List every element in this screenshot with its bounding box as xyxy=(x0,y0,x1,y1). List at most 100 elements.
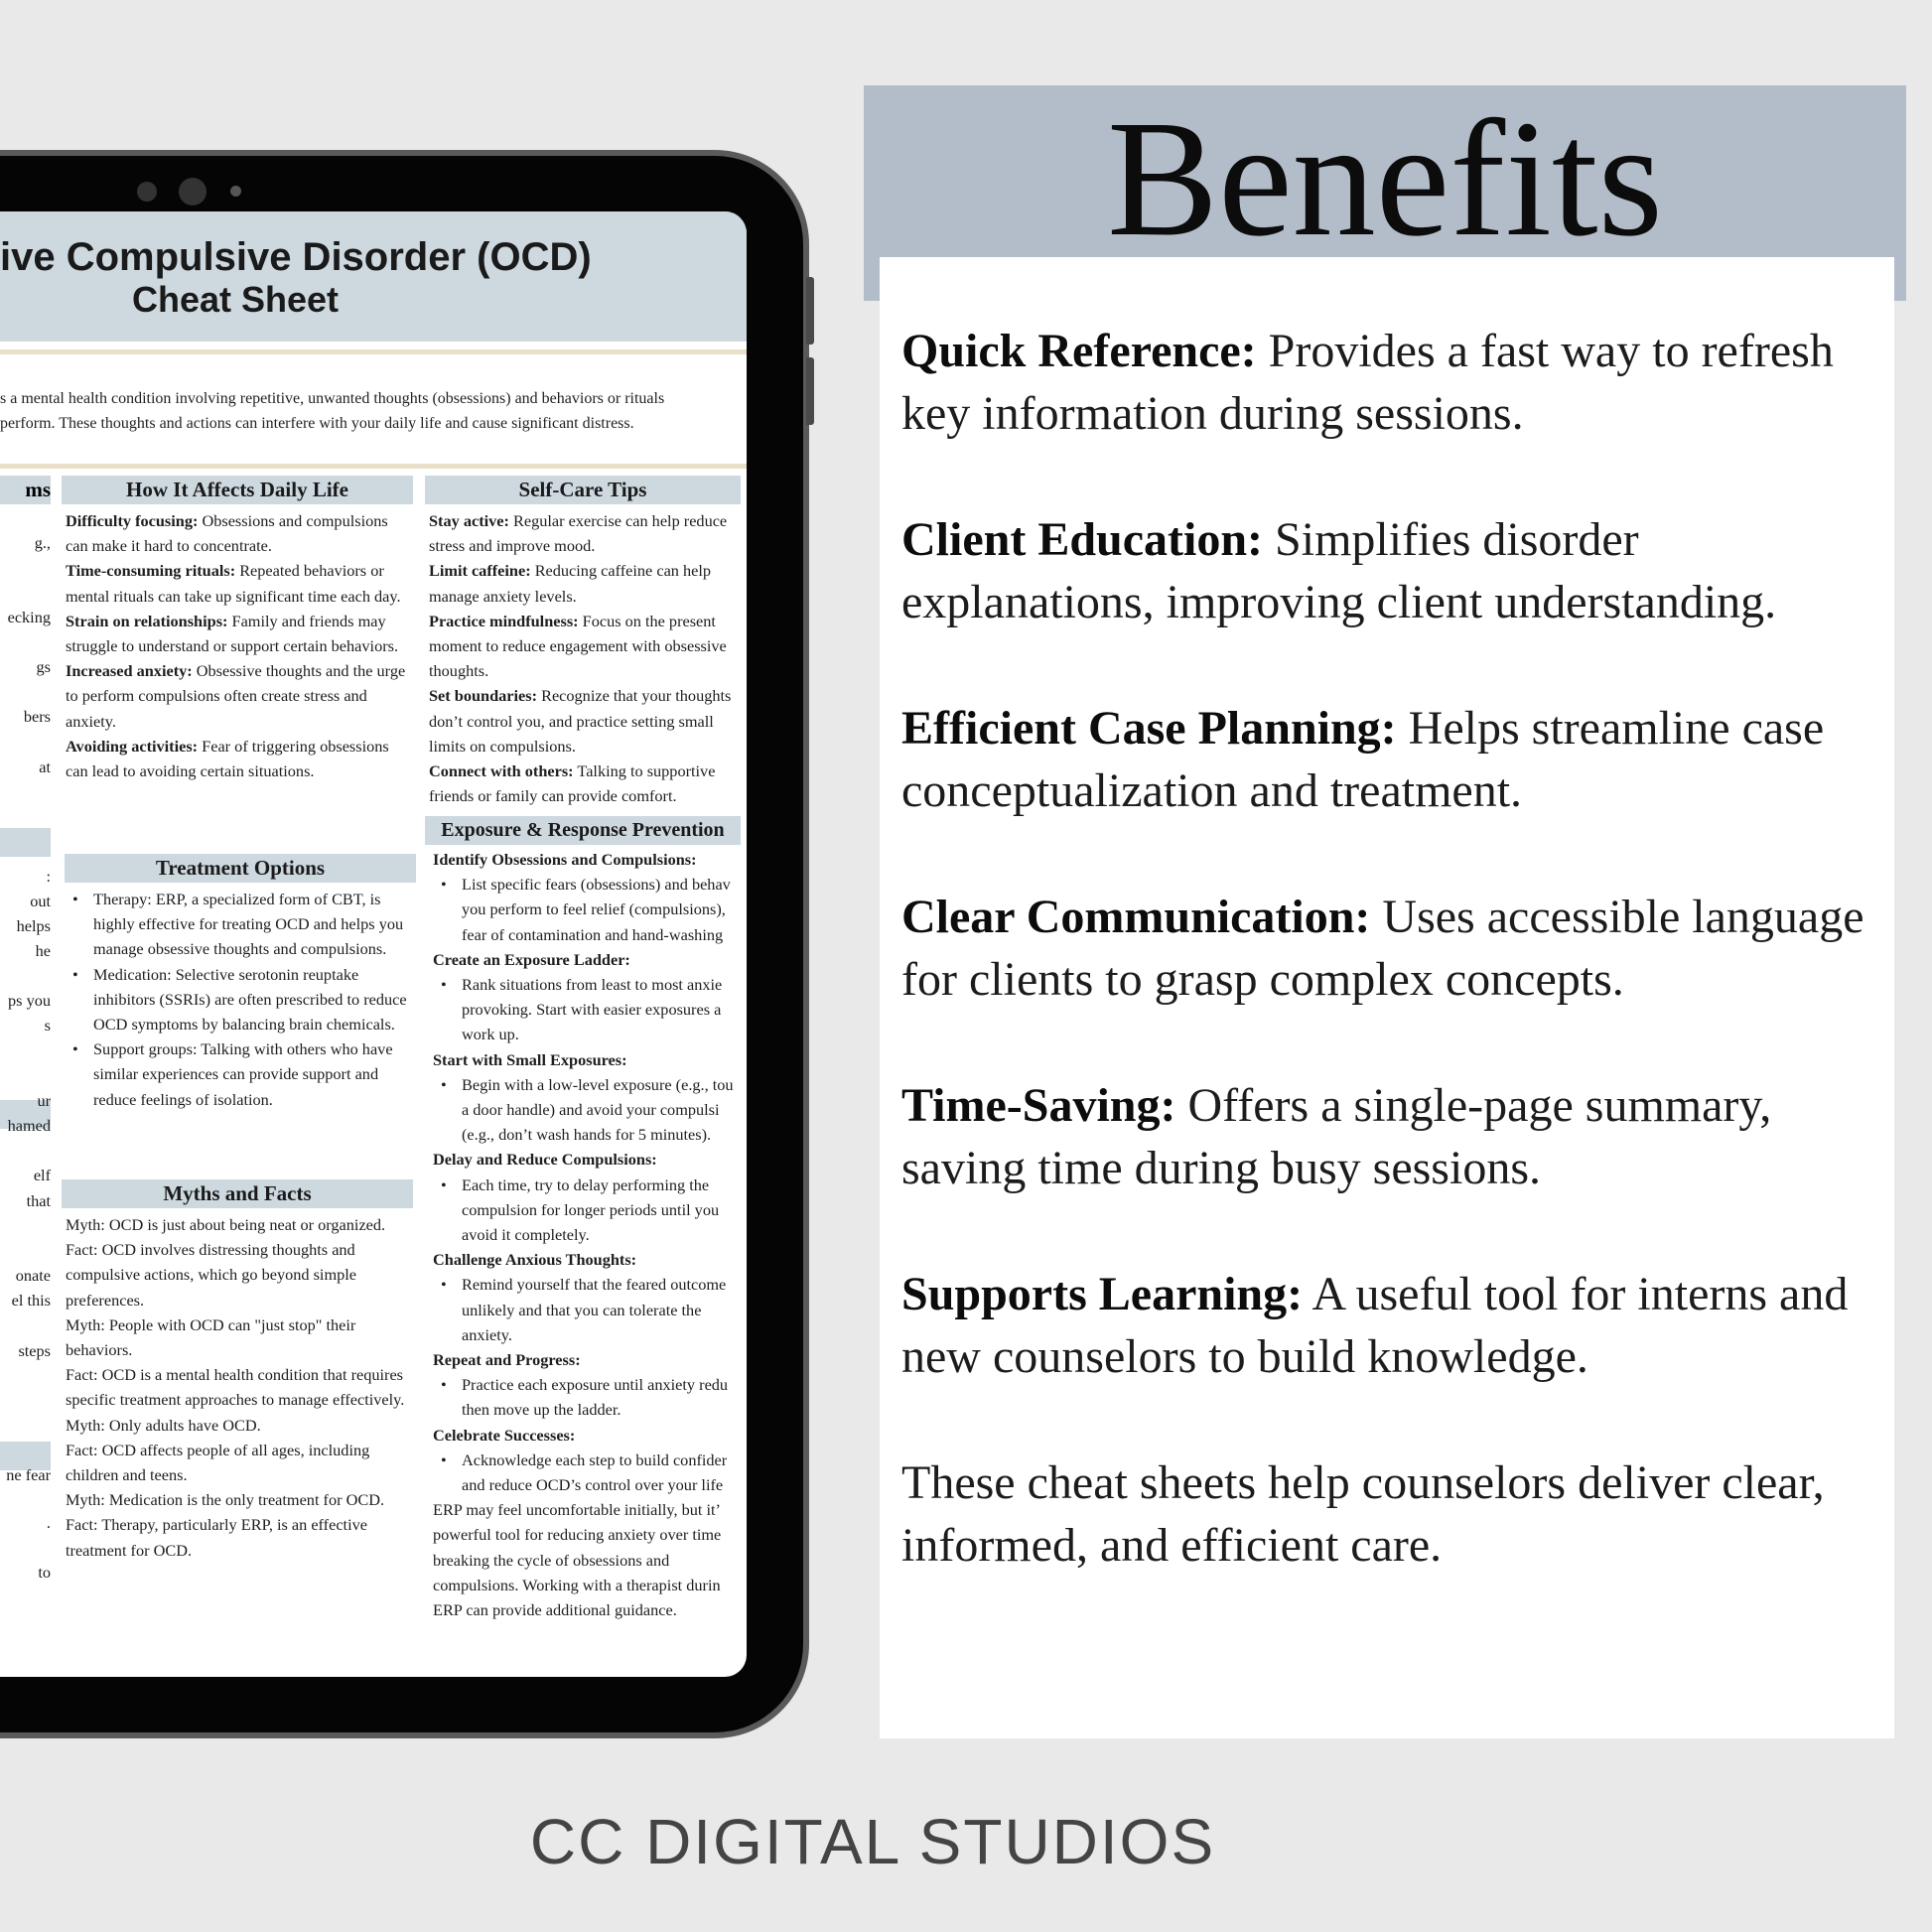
treatment-item: Support groups: Talking with others who … xyxy=(72,1036,416,1112)
list-item: Set boundaries: Recognize that your thou… xyxy=(425,683,741,759)
treatment-item: Therapy: ERP, a specialized form of CBT,… xyxy=(72,887,416,962)
benefit-label: Clear Communication: xyxy=(901,891,1371,943)
list-item: Strain on relationships: Family and frie… xyxy=(62,609,413,658)
text-fragment: : xyxy=(46,867,51,886)
section-heading: Self-Care Tips xyxy=(425,476,741,504)
erp-step-title: Create an Exposure Ladder: xyxy=(433,949,630,969)
text-fragment: el this xyxy=(11,1291,51,1310)
divider xyxy=(0,464,747,469)
erp-step-list: Begin with a low-level exposure (e.g., t… xyxy=(433,1072,741,1148)
erp-step-title: Start with Small Exposures: xyxy=(433,1049,627,1069)
myths-section: Myths and Facts Myth: OCD is just about … xyxy=(62,1179,413,1563)
text-fragment: bers xyxy=(23,707,51,726)
benefit-label: Time-Saving: xyxy=(901,1079,1176,1132)
myth-fact-item: Fact: OCD is a mental health condition t… xyxy=(66,1365,405,1410)
item-label: Difficulty focusing: xyxy=(66,511,199,530)
item-label: Strain on relationships: xyxy=(66,611,228,630)
text-fragment: ne fear xyxy=(6,1465,51,1484)
treatment-item: Medication: Selective serotonin reuptake… xyxy=(72,962,416,1037)
title-band: ive Compulsive Disorder (OCD) Cheat Shee… xyxy=(0,211,747,342)
text-fragment: s xyxy=(44,1016,51,1035)
item-label: Time-consuming rituals: xyxy=(66,561,236,581)
erp-step-bullet: Practice each exposure until anxiety red… xyxy=(441,1372,741,1422)
erp-step-bullet: Remind yourself that the feared outcome … xyxy=(441,1272,741,1347)
text-fragment: gs xyxy=(36,657,51,676)
item-label: Limit caffeine: xyxy=(429,561,531,581)
list-item: Increased anxiety: Obsessive thoughts an… xyxy=(62,658,413,734)
list-item: Difficulty focusing: Obsessions and comp… xyxy=(62,508,413,558)
myth-fact-item: Myth: Only adults have OCD. xyxy=(66,1415,261,1435)
section-heading-clipped xyxy=(0,828,51,857)
text-fragment: at xyxy=(39,758,51,776)
erp-step-list: List specific fears (obsessions) and beh… xyxy=(433,872,741,947)
text-fragment: ur xyxy=(37,1091,51,1110)
benefit-label: Supports Learning: xyxy=(901,1268,1304,1320)
text-fragment: onate xyxy=(15,1266,51,1285)
benefits-closing: These cheat sheets help counselors deliv… xyxy=(901,1456,1825,1572)
power-button xyxy=(806,357,814,425)
text-fragment: out xyxy=(30,892,51,910)
erp-step-title: Identify Obsessions and Compulsions: xyxy=(433,850,697,869)
treatment-section: Treatment Options Therapy: ERP, a specia… xyxy=(65,854,416,1112)
page-title: ive Compulsive Disorder (OCD) xyxy=(0,235,592,279)
benefits-title: Benefits xyxy=(1107,86,1663,271)
benefit-item: Client Education: Simplifies disorder ex… xyxy=(901,508,1884,633)
erp-step-title: Celebrate Successes: xyxy=(433,1425,576,1445)
text-fragment: ps you xyxy=(8,991,51,1010)
erp-step-list: Acknowledge each step to build confider … xyxy=(433,1448,741,1497)
list-item: Practice mindfulness: Focus on the prese… xyxy=(425,609,741,684)
benefit-item: Time-Saving: Offers a single-page summar… xyxy=(901,1074,1884,1199)
benefit-label: Efficient Case Planning: xyxy=(901,702,1397,755)
text-fragment: elf xyxy=(33,1166,51,1184)
page-subtitle: Cheat Sheet xyxy=(131,279,340,320)
erp-closing: ERP may feel uncomfortable initially, bu… xyxy=(433,1500,722,1620)
sensor-icon xyxy=(230,186,241,197)
divider xyxy=(0,349,747,354)
item-label: Increased anxiety: xyxy=(66,661,193,681)
list-item: Limit caffeine: Reducing caffeine can he… xyxy=(425,558,741,608)
erp-step-title: Delay and Reduce Compulsions: xyxy=(433,1150,657,1170)
erp-step-bullet: Rank situations from least to most anxie… xyxy=(441,972,741,1047)
cheat-sheet-page: ive Compulsive Disorder (OCD) Cheat Shee… xyxy=(0,211,747,1677)
text-fragment: to xyxy=(38,1563,51,1582)
item-label: Stay active: xyxy=(429,511,509,530)
erp-step-bullet: Each time, try to delay performing the c… xyxy=(441,1173,741,1248)
benefit-item: Clear Communication: Uses accessible lan… xyxy=(901,886,1884,1011)
intro-line: s a mental health condition involving re… xyxy=(0,390,665,407)
text-fragment: hamed xyxy=(7,1116,51,1135)
text-fragment: ecking xyxy=(7,608,51,626)
text-fragment: steps xyxy=(18,1341,51,1360)
list-item: Avoiding activities: Fear of triggering … xyxy=(62,734,413,783)
camera-icon xyxy=(179,178,207,206)
section-heading: Exposure & Response Prevention xyxy=(425,816,741,845)
text-fragment: . xyxy=(46,1513,51,1532)
erp-section: Exposure & Response Prevention Identify … xyxy=(425,816,741,1622)
benefit-item: Efficient Case Planning: Helps streamlin… xyxy=(901,697,1884,822)
camera-icon xyxy=(137,182,157,202)
daily-life-section: How It Affects Daily Life Difficulty foc… xyxy=(62,476,413,783)
myth-fact-item: Myth: Medication is the only treatment f… xyxy=(66,1490,385,1510)
benefit-label: Quick Reference: xyxy=(901,325,1257,377)
erp-step-list: Remind yourself that the feared outcome … xyxy=(433,1272,741,1347)
list-item: Time-consuming rituals: Repeated behavio… xyxy=(62,558,413,608)
section-heading: How It Affects Daily Life xyxy=(62,476,413,504)
benefit-item: Quick Reference: Provides a fast way to … xyxy=(901,320,1884,445)
section-heading: Myths and Facts xyxy=(62,1179,413,1208)
brand-footer: CC DIGITAL STUDIOS xyxy=(529,1806,1216,1877)
myth-fact-item: Fact: OCD affects people of all ages, in… xyxy=(66,1440,370,1485)
erp-step-title: Challenge Anxious Thoughts: xyxy=(433,1250,637,1270)
item-label: Avoiding activities: xyxy=(66,736,199,756)
selfcare-section: Self-Care Tips Stay active: Regular exer… xyxy=(425,476,741,808)
volume-button xyxy=(806,277,814,345)
section-heading: Treatment Options xyxy=(65,854,416,883)
myth-fact-item: Fact: Therapy, particularly ERP, is an e… xyxy=(66,1515,367,1560)
section-heading-clipped: ms xyxy=(0,476,51,504)
erp-step-bullet: List specific fears (obsessions) and beh… xyxy=(441,872,741,947)
erp-step-bullet: Acknowledge each step to build confider … xyxy=(441,1448,741,1497)
intro-line: perform. These thoughts and actions can … xyxy=(0,415,634,432)
benefits-list: Quick Reference: Provides a fast way to … xyxy=(901,320,1884,1640)
erp-step-list: Each time, try to delay performing the c… xyxy=(433,1173,741,1248)
text-fragment: g., xyxy=(34,533,51,552)
erp-step-bullet: Begin with a low-level exposure (e.g., t… xyxy=(441,1072,741,1148)
list-item: Stay active: Regular exercise can help r… xyxy=(425,508,741,558)
